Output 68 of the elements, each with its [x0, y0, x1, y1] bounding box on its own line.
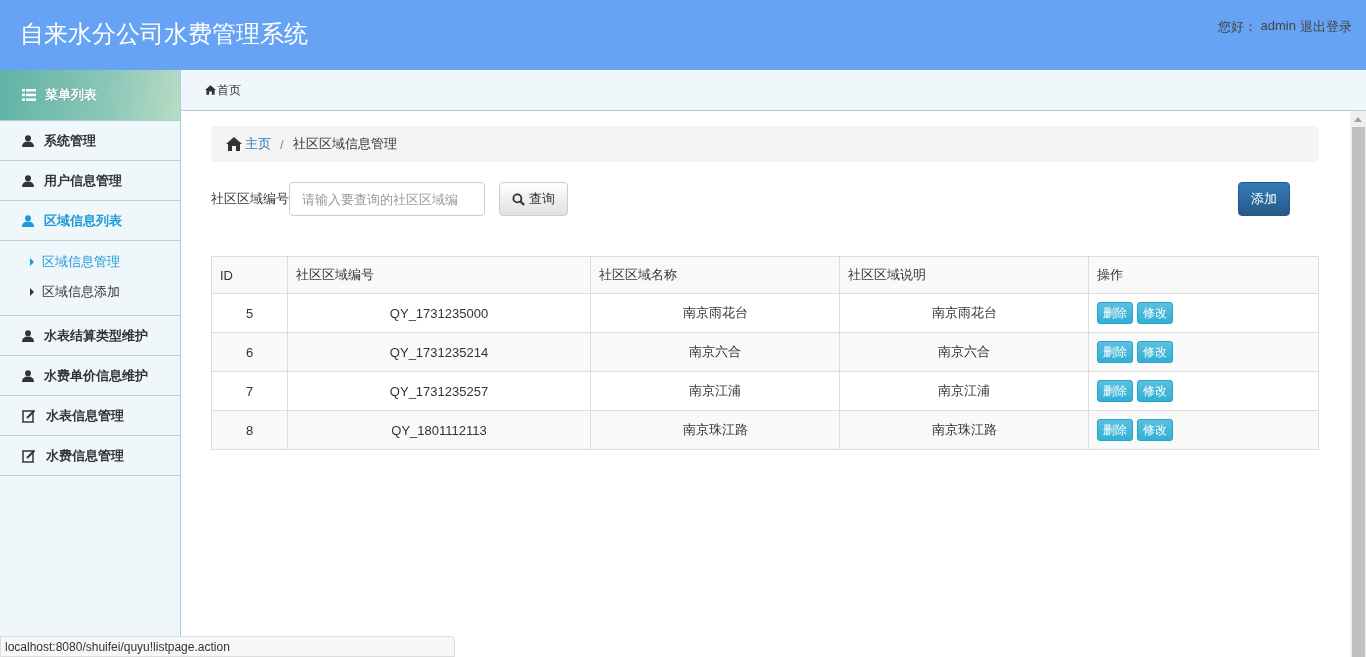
user-icon — [22, 174, 34, 187]
delete-button[interactable]: 删除 — [1097, 302, 1133, 324]
sidebar-title: 菜单列表 — [45, 86, 97, 104]
list-icon — [22, 89, 36, 101]
table-cell: QY_1731235214 — [287, 332, 591, 372]
table-cell: 南京六合 — [839, 332, 1089, 372]
search-button[interactable]: 查询 — [499, 182, 568, 216]
search-icon — [512, 192, 525, 206]
menu-item[interactable]: 区域信息列表 — [0, 201, 180, 241]
scrollbar[interactable] — [1350, 111, 1366, 657]
table-cell: 南京雨花台 — [590, 293, 840, 333]
caret-icon — [30, 288, 34, 296]
delete-button[interactable]: 删除 — [1097, 380, 1133, 402]
table-cell: QY_1731235000 — [287, 293, 591, 333]
home-icon — [205, 85, 216, 95]
menu-item[interactable]: 水表结算类型维护 — [0, 316, 180, 356]
search-label: 社区区域编号 — [211, 190, 289, 208]
add-button[interactable]: 添加 — [1238, 182, 1290, 216]
table-cell: QY_1801112113 — [287, 410, 591, 450]
submenu-item[interactable]: 区域信息添加 — [0, 277, 180, 307]
table-cell: 南京珠江路 — [839, 410, 1089, 450]
table-cell: 7 — [211, 371, 288, 411]
home-icon — [226, 137, 242, 151]
column-header: 社区区域编号 — [287, 256, 591, 294]
user-icon — [22, 134, 34, 147]
edit-icon — [22, 448, 36, 463]
home-link[interactable]: 主页 — [245, 135, 271, 153]
table-cell: 南京江浦 — [590, 371, 840, 411]
menu-item[interactable]: 系统管理 — [0, 121, 180, 161]
user-icon — [22, 214, 34, 227]
delete-button[interactable]: 删除 — [1097, 341, 1133, 363]
edit-button[interactable]: 修改 — [1137, 380, 1173, 402]
breadcrumb-current: 社区区域信息管理 — [292, 135, 397, 153]
menu-item[interactable]: 水费单价信息维护 — [0, 356, 180, 396]
column-header: 社区区域名称 — [590, 256, 840, 294]
status-url: localhost:8080/shuifei/quyu!listpage.action — [0, 636, 455, 657]
logout-link[interactable]: 退出登录 — [1300, 18, 1352, 36]
table-cell: 8 — [211, 410, 288, 450]
greeting-text: 您好： — [1217, 18, 1257, 36]
tab[interactable]: 首页 — [205, 81, 241, 99]
edit-button[interactable]: 修改 — [1137, 302, 1173, 324]
column-header: 社区区域说明 — [839, 256, 1089, 294]
column-header: 操作 — [1088, 256, 1319, 294]
table-cell: 南京江浦 — [839, 371, 1089, 411]
breadcrumb-separator: / — [280, 136, 284, 152]
edit-icon — [22, 408, 36, 423]
delete-button[interactable]: 删除 — [1097, 419, 1133, 441]
menu-item[interactable]: 水表信息管理 — [0, 396, 180, 436]
caret-icon — [30, 258, 34, 266]
table-cell: 南京六合 — [590, 332, 840, 372]
table-cell: QY_1731235257 — [287, 371, 591, 411]
search-field[interactable]: 请输入要查询的社区区域编 — [289, 182, 485, 216]
scrollbar-thumb[interactable] — [1351, 127, 1365, 657]
user-icon — [22, 329, 34, 342]
edit-button[interactable]: 修改 — [1137, 419, 1173, 441]
submenu-item[interactable]: 区域信息管理 — [0, 247, 180, 277]
menu-item[interactable]: 用户信息管理 — [0, 161, 180, 201]
menu-item[interactable]: 水费信息管理 — [0, 436, 180, 476]
table-cell: 6 — [211, 332, 288, 372]
user-icon — [22, 369, 34, 382]
table-cell: 5 — [211, 293, 288, 333]
username-text: admin — [1260, 18, 1296, 35]
edit-button[interactable]: 修改 — [1137, 341, 1173, 363]
column-header: ID — [211, 256, 288, 294]
scroll-up-icon[interactable] — [1354, 117, 1362, 122]
table-cell: 南京珠江路 — [590, 410, 840, 450]
app-title: 自来水分公司水费管理系统 — [20, 19, 308, 49]
table-cell: 南京雨花台 — [839, 293, 1089, 333]
